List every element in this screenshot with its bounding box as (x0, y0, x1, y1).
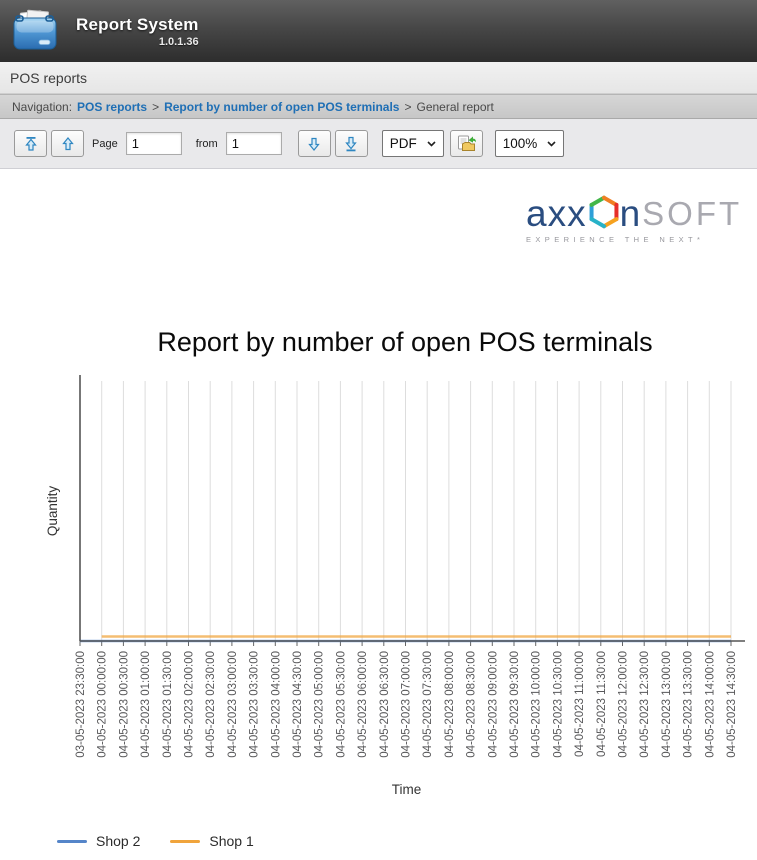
x-tick-label: 04-05-2023 00:00:00 (97, 651, 109, 758)
x-tick-label: 04-05-2023 11:30:00 (596, 651, 608, 757)
export-button[interactable] (449, 130, 483, 157)
x-tick-label: 04-05-2023 10:00:00 (531, 651, 543, 758)
section-tab-bar: POS reports (0, 62, 757, 94)
x-tick-label: 04-05-2023 02:00:00 (184, 651, 196, 758)
chevron-down-icon (427, 140, 436, 147)
x-tick-label: 04-05-2023 05:00:00 (314, 651, 326, 758)
x-tick-label: 04-05-2023 13:00:00 (661, 651, 673, 758)
axxonsoft-logo: axx n SOFT EXPERIENCE THE NEXT* (526, 192, 744, 245)
x-tick-label: 04-05-2023 03:30:00 (249, 651, 261, 758)
x-tick-label: 04-05-2023 09:00:00 (487, 651, 499, 758)
logo-text-soft: SOFT (642, 194, 743, 232)
x-tick-label: 04-05-2023 08:30:00 (466, 651, 478, 758)
chart-title: Report by number of open POS terminals (157, 327, 653, 357)
logo-tagline: EXPERIENCE THE NEXT* (526, 235, 705, 244)
x-tick-label: 04-05-2023 09:30:00 (509, 651, 521, 758)
previous-page-button[interactable] (51, 130, 84, 157)
x-tick-label: 03-05-2023 23:30:00 (75, 651, 87, 758)
report-page: axx n SOFT EXPERIENCE THE NEXT* Report b… (0, 169, 757, 860)
legend-line-shop1 (170, 839, 201, 843)
export-format-select[interactable]: PDF (381, 130, 444, 157)
x-tick-label: 04-05-2023 02:30:00 (205, 651, 217, 758)
legend-item-shop1: Shop 1 (170, 833, 254, 849)
chart-legend: Shop 2 Shop 1 (57, 833, 254, 849)
app-title: Report System (76, 14, 199, 34)
chevron-down-icon (547, 140, 556, 147)
breadcrumb-separator: > (404, 99, 412, 114)
from-label: from (195, 137, 218, 150)
zoom-select[interactable]: 100% (494, 130, 565, 157)
legend-label-shop1: Shop 1 (209, 833, 254, 849)
x-tick-label: 04-05-2023 10:30:00 (552, 651, 564, 758)
page-number-input[interactable] (125, 132, 182, 155)
report-toolbar: Page from PDF 100% (0, 119, 757, 169)
x-tick-label: 04-05-2023 03:00:00 (227, 651, 239, 758)
line-chart: 03-05-2023 23:30:00 04-05-2023 00:00:00 04… (45, 375, 745, 797)
x-tick-label: 04-05-2023 13:30:00 (683, 651, 695, 758)
tab-pos-reports[interactable]: POS reports (10, 70, 87, 86)
breadcrumb-current-general-report: General report (416, 99, 494, 114)
arrow-up-bar-icon (24, 136, 37, 151)
zoom-value: 100% (502, 136, 538, 151)
x-tick-label: 04-05-2023 14:00:00 (704, 651, 716, 758)
last-page-button[interactable] (334, 130, 368, 157)
x-tick-label: 04-05-2023 12:30:00 (639, 651, 651, 758)
legend-item-shop2: Shop 2 (57, 833, 140, 849)
breadcrumb-prefix: Navigation: (12, 99, 73, 114)
arrow-down-icon (308, 137, 320, 151)
breadcrumb: Navigation: POS reports > Report by numb… (0, 94, 757, 119)
logo-text-n: n (619, 192, 642, 234)
x-tick-label: 04-05-2023 06:00:00 (357, 651, 369, 758)
legend-label-shop2: Shop 2 (96, 833, 141, 849)
x-axis-label: Time (392, 782, 422, 797)
arrow-down-bar-icon (345, 136, 357, 151)
hexagon-logo-icon (589, 195, 619, 229)
app-header: Report System 1.0.1.36 (0, 0, 757, 62)
x-tick-label: 04-05-2023 14:30:00 (726, 651, 738, 758)
x-tick-label: 04-05-2023 11:00:00 (574, 651, 586, 757)
arrow-up-icon (61, 136, 74, 150)
report-folder-icon (13, 9, 57, 50)
page-count-input[interactable] (225, 132, 282, 155)
x-tick-label: 04-05-2023 00:30:00 (118, 651, 130, 758)
logo-text-axx: axx (526, 192, 587, 234)
x-tick-label: 04-05-2023 08:00:00 (444, 651, 456, 758)
breadcrumb-link-report-by-open-pos[interactable]: Report by number of open POS terminals (164, 100, 399, 114)
x-tick-label: 04-05-2023 12:00:00 (618, 651, 630, 758)
y-axis-label: Quantity (45, 486, 60, 537)
x-tick-label: 04-05-2023 01:00:00 (140, 651, 152, 758)
x-tick-label: 04-05-2023 06:30:00 (379, 651, 391, 758)
breadcrumb-link-pos-reports[interactable]: POS reports (77, 100, 147, 114)
x-tick-label: 04-05-2023 04:00:00 (270, 651, 282, 758)
export-report-icon (457, 135, 476, 151)
breadcrumb-separator: > (152, 99, 160, 114)
next-page-button[interactable] (297, 130, 331, 157)
x-tick-label: 04-05-2023 05:30:00 (335, 651, 347, 758)
legend-line-shop2 (57, 839, 87, 843)
app-version: 1.0.1.36 (158, 35, 199, 48)
x-tick-label: 04-05-2023 04:30:00 (292, 651, 304, 758)
page-label: Page (92, 137, 118, 150)
x-tick-label: 04-05-2023 07:00:00 (401, 651, 413, 758)
export-format-value: PDF (389, 136, 417, 151)
x-tick-label: 04-05-2023 01:30:00 (162, 651, 174, 758)
first-page-button[interactable] (14, 130, 47, 157)
x-tick-label: 04-05-2023 07:30:00 (422, 651, 434, 758)
